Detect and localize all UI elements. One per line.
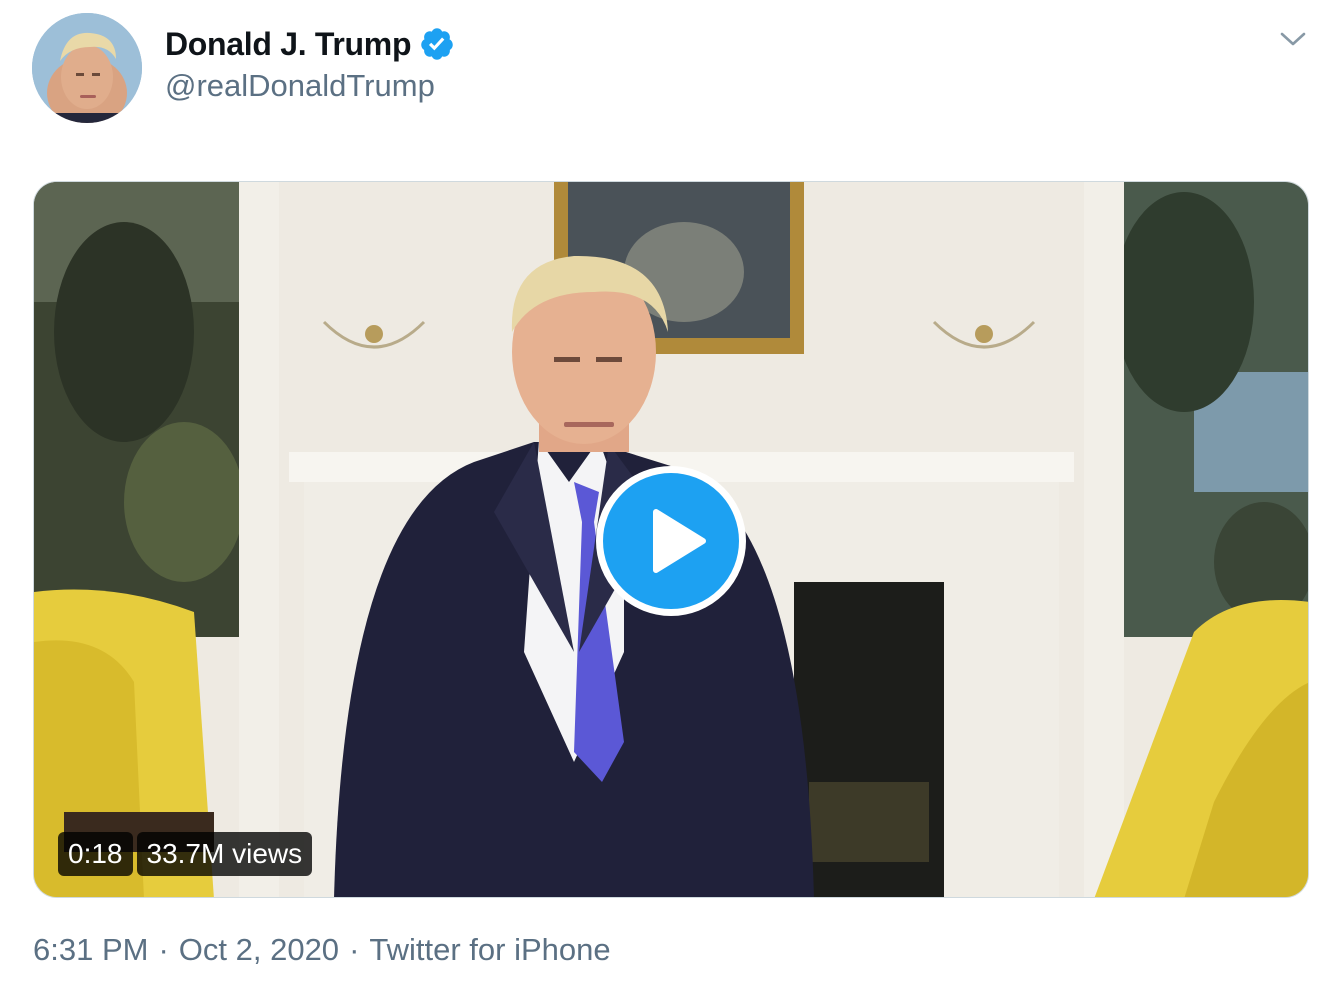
chevron-down-icon[interactable] (1278, 26, 1308, 52)
author-handle[interactable]: @realDonaldTrump (165, 68, 435, 104)
avatar[interactable] (32, 13, 142, 123)
video-duration-badge: 0:18 (58, 832, 133, 876)
meta-separator: · (158, 932, 169, 967)
author-name-row[interactable]: Donald J. Trump (165, 22, 455, 66)
verified-badge-icon (421, 28, 453, 60)
tweet-source-link[interactable]: Twitter for iPhone (369, 932, 610, 968)
video-badges: 0:18 33.7M views (58, 832, 313, 876)
author-display-name[interactable]: Donald J. Trump (165, 26, 412, 63)
video-views-badge: 33.7M views (136, 832, 313, 876)
tweet-meta: 6:31 PM · Oct 2, 2020 · Twitter for iPho… (33, 932, 611, 968)
tweet-date[interactable]: Oct 2, 2020 (179, 932, 339, 968)
avatar-image (32, 13, 142, 123)
video-player[interactable]: 0:18 33.7M views (33, 181, 1309, 898)
tweet-time[interactable]: 6:31 PM (33, 932, 148, 968)
play-icon (653, 509, 706, 573)
meta-separator: · (349, 932, 360, 967)
play-button[interactable] (596, 466, 746, 616)
